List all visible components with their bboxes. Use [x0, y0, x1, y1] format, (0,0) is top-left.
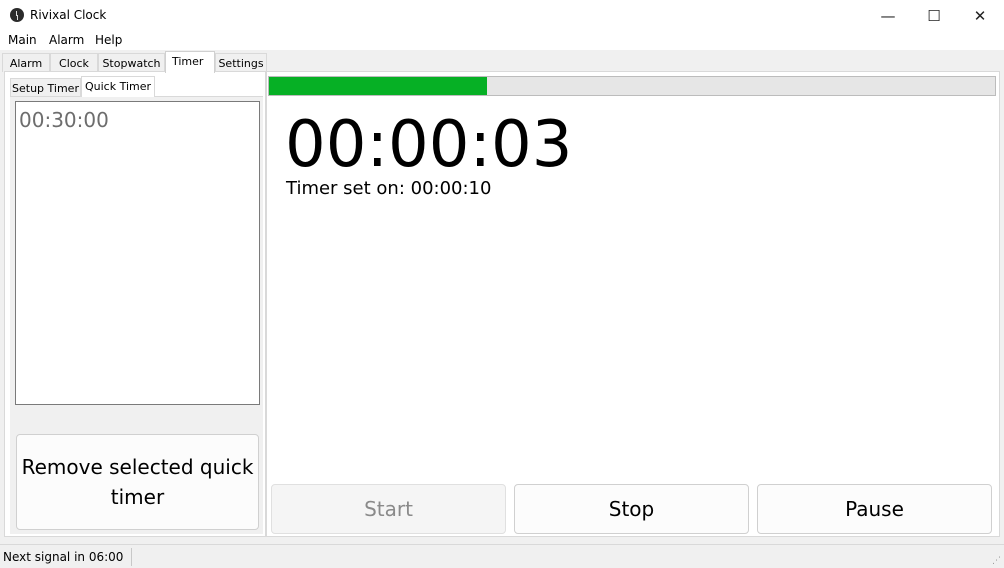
time-remaining: 00:00:03 — [285, 108, 573, 182]
quick-timer-list[interactable] — [15, 101, 260, 405]
minimize-button[interactable]: — — [865, 0, 911, 31]
stop-button[interactable]: Stop — [514, 484, 749, 534]
status-bar: Next signal in 06:00 ⋰ — [0, 544, 1004, 568]
remove-quick-timer-button[interactable]: Remove selected quick timer — [16, 434, 259, 530]
tab-alarm[interactable]: Alarm — [2, 53, 50, 72]
start-button[interactable]: Start — [271, 484, 506, 534]
title-bar: Rivixal Clock — ☐ ✕ — [0, 0, 1004, 31]
subtab-quick-timer[interactable]: Quick Timer — [81, 76, 155, 97]
maximize-button[interactable]: ☐ — [911, 0, 957, 31]
menu-help[interactable]: Help — [95, 33, 122, 47]
list-item[interactable]: 00:30:00 — [19, 108, 109, 132]
clock-icon — [10, 8, 24, 22]
timer-progress-bar — [268, 76, 996, 96]
tab-clock[interactable]: Clock — [50, 53, 98, 72]
resize-grip-icon[interactable]: ⋰ — [992, 556, 1002, 566]
tab-stopwatch[interactable]: Stopwatch — [98, 53, 165, 72]
timer-set-label: Timer set on: 00:00:10 — [286, 178, 492, 199]
close-button[interactable]: ✕ — [957, 0, 1003, 31]
progress-fill — [269, 77, 487, 95]
tab-settings[interactable]: Settings — [215, 53, 267, 72]
status-text: Next signal in 06:00 — [3, 550, 124, 564]
pause-button[interactable]: Pause — [757, 484, 992, 534]
main-tabs: Alarm Clock Stopwatch Timer Settings — [0, 51, 1004, 73]
menu-bar: Main Alarm Help — [0, 31, 1004, 50]
menu-main[interactable]: Main — [8, 33, 37, 47]
tab-timer[interactable]: Timer — [165, 51, 215, 73]
status-divider — [131, 548, 132, 566]
subtab-setup-timer[interactable]: Setup Timer — [10, 78, 81, 97]
window-title: Rivixal Clock — [30, 8, 107, 22]
menu-alarm[interactable]: Alarm — [49, 33, 84, 47]
